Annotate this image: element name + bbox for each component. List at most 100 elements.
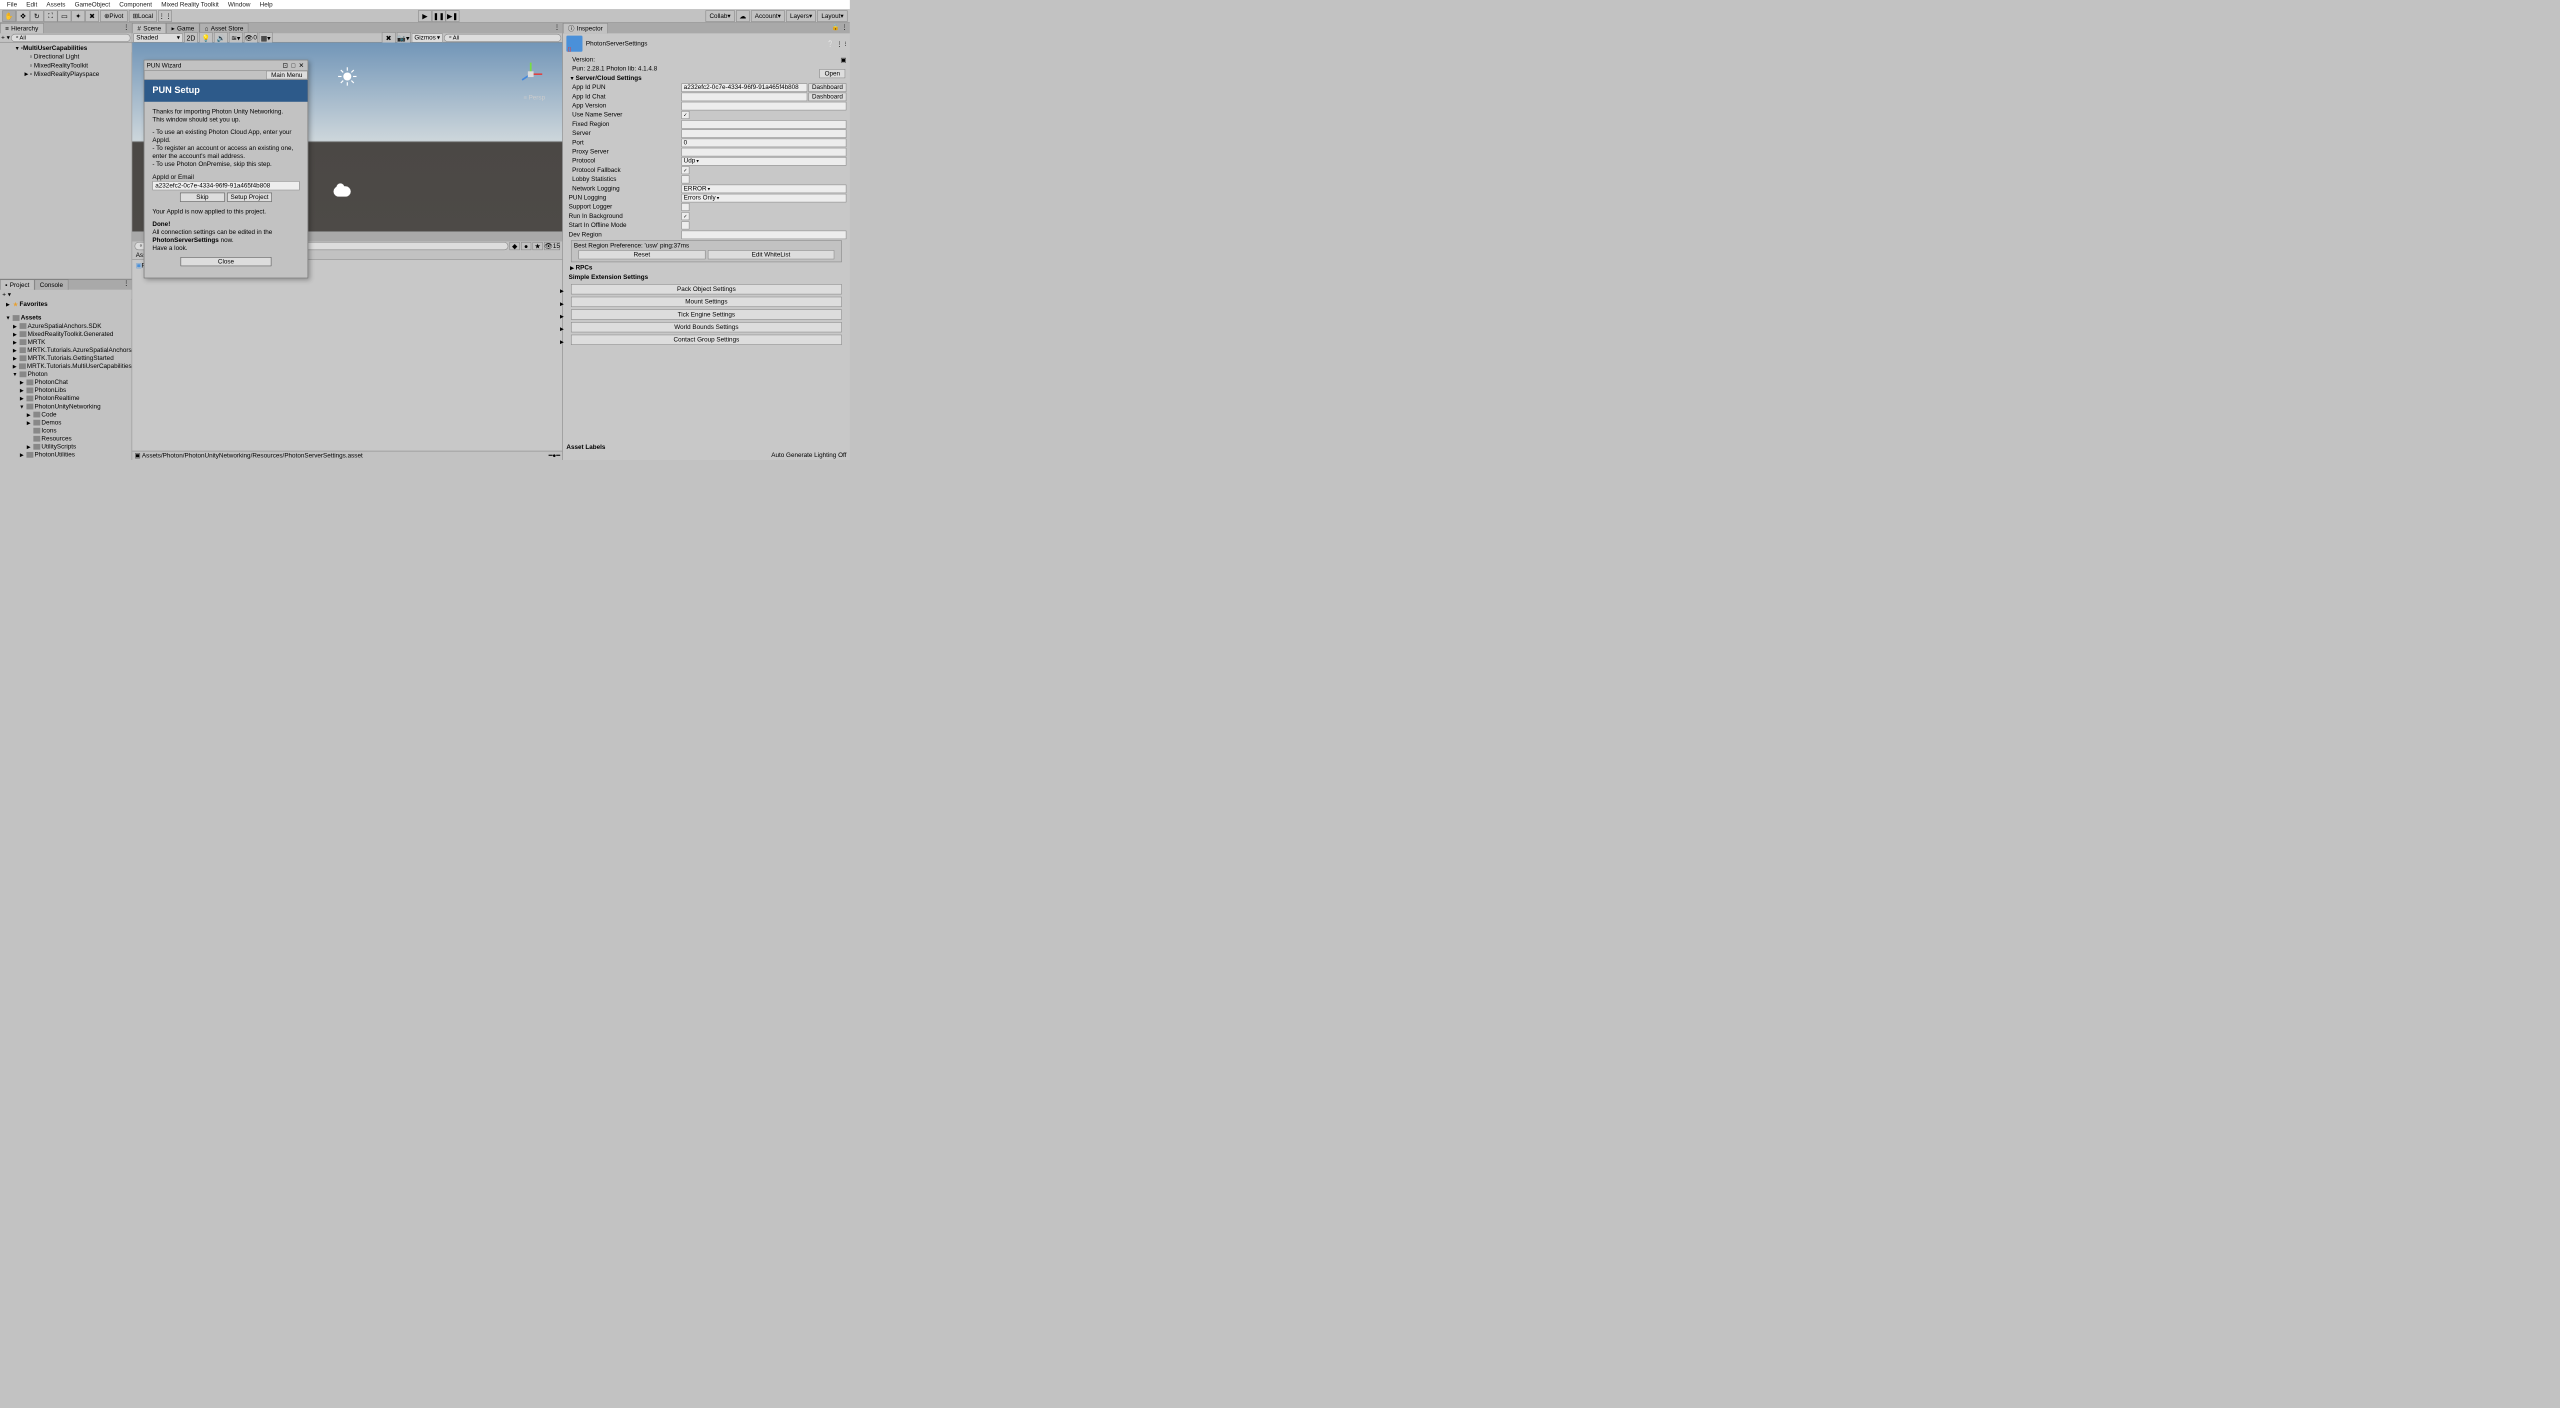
folder-item[interactable]: ▶ PhotonUtilities xyxy=(0,451,132,459)
field[interactable] xyxy=(681,230,846,239)
field[interactable]: 0 xyxy=(681,138,846,147)
pause-button[interactable]: ❚❚ xyxy=(432,10,446,22)
create-dropdown[interactable]: + ▾ xyxy=(1,34,10,41)
perspective-label[interactable]: ≡ Persp xyxy=(524,94,545,101)
pun-logging-dropdown[interactable]: Errors Only xyxy=(681,193,846,202)
menu-mrtk[interactable]: Mixed Reality Toolkit xyxy=(157,0,224,9)
folder-item[interactable]: Resources xyxy=(0,435,132,443)
hierarchy-item[interactable]: ▫ Directional Light xyxy=(0,52,132,61)
field[interactable] xyxy=(681,147,846,156)
field[interactable] xyxy=(681,129,846,138)
field[interactable] xyxy=(681,120,846,129)
skip-button[interactable]: Skip xyxy=(180,193,225,202)
field[interactable]: Udp xyxy=(681,157,846,166)
open-button[interactable]: Open xyxy=(819,69,845,78)
hierarchy-item[interactable]: ▼▫ MultiUserCapabilities xyxy=(0,44,132,53)
layers-dropdown[interactable]: Layers ▾ xyxy=(786,10,816,22)
hierarchy-search[interactable]: ᵒ All xyxy=(11,34,131,42)
console-tab[interactable]: Console xyxy=(35,279,69,289)
local-toggle[interactable]: ⊞Local xyxy=(129,10,157,22)
folder-item[interactable]: ▼ PhotonUnityNetworking xyxy=(0,403,132,411)
move-tool[interactable]: ✥ xyxy=(16,10,30,22)
inspector-tab[interactable]: ⓘ Inspector xyxy=(563,23,608,33)
create-dropdown[interactable]: + ▾ xyxy=(2,291,11,298)
scale-tool[interactable]: ⛶ xyxy=(44,10,58,22)
rpcs-header[interactable]: RPCs xyxy=(576,265,593,272)
hierarchy-item[interactable]: ▶▫ MixedRealityPlayspace xyxy=(0,70,132,79)
folder-item[interactable]: ▶ AzureSpatialAnchors.SDK xyxy=(0,322,132,330)
orientation-gizmo[interactable] xyxy=(516,60,545,90)
play-button[interactable]: ▶ xyxy=(418,10,432,22)
checkbox[interactable]: ✓ xyxy=(681,166,689,174)
folder-item[interactable]: ▶ PhotonLibs xyxy=(0,386,132,394)
checkbox[interactable] xyxy=(681,203,689,211)
slider-icon[interactable]: ━●━ xyxy=(549,451,560,460)
account-dropdown[interactable]: Account ▾ xyxy=(751,10,785,22)
field[interactable]: a232efc2-0c7e-4334-96f9-91a465f4b808 xyxy=(681,83,807,92)
favorite-icon[interactable]: ● xyxy=(521,242,531,250)
dock-icon[interactable]: ⊡ xyxy=(281,62,289,69)
server-settings-header[interactable]: Server/Cloud Settings xyxy=(576,75,642,82)
folder-item[interactable]: ▶ PhotonChat xyxy=(0,378,132,386)
menu-help[interactable]: Help xyxy=(255,0,277,9)
project-tab[interactable]: ▪ Project xyxy=(0,279,35,289)
appid-input[interactable] xyxy=(152,181,299,190)
menu-file[interactable]: File xyxy=(2,0,21,9)
menu-edit[interactable]: Edit xyxy=(22,0,42,9)
folder-item[interactable]: ▶ Demos xyxy=(0,419,132,427)
rect-tool[interactable]: ▭ xyxy=(58,10,72,22)
folder-item[interactable]: ▶ PhotonRealtime xyxy=(0,394,132,402)
cloud-button[interactable]: ☁ xyxy=(736,10,750,22)
checkbox[interactable] xyxy=(681,221,689,229)
folder-item[interactable]: ▶ MRTK.Tutorials.MultiUserCapabilities xyxy=(0,362,132,370)
setup-project-button[interactable]: Setup Project xyxy=(227,193,272,202)
ext-section-button[interactable]: ▶Pack Object Settings xyxy=(571,284,842,294)
layout-dropdown[interactable]: Layout ▾ xyxy=(817,10,847,22)
ext-section-button[interactable]: ▶Mount Settings xyxy=(571,297,842,307)
star-icon[interactable]: ★ xyxy=(532,242,542,250)
checkbox[interactable]: ✓ xyxy=(681,111,689,119)
hand-tool[interactable]: ✋ xyxy=(2,10,16,22)
custom-tool[interactable]: ✖ xyxy=(85,10,99,22)
close-button[interactable]: Close xyxy=(181,257,272,266)
pivot-toggle[interactable]: ⊕Pivot xyxy=(100,10,127,22)
shading-dropdown[interactable]: Shaded▾ xyxy=(133,33,182,42)
whitelist-button[interactable]: Edit WhiteList xyxy=(708,250,835,259)
reset-button[interactable]: Reset xyxy=(578,250,705,259)
maximize-icon[interactable]: □ xyxy=(289,62,297,69)
snap-tool[interactable]: ⋮⋮ xyxy=(158,10,172,22)
scene-view[interactable]: ≡ Persp PUN Wizard⊡□✕ Main Menu PUN Setu… xyxy=(132,43,562,232)
checkbox[interactable] xyxy=(681,175,689,183)
transform-tool[interactable]: ✦ xyxy=(71,10,85,22)
assets-folder[interactable]: ▼ Assets xyxy=(0,314,132,322)
folder-item[interactable]: ▶ UtilityScripts xyxy=(0,443,132,451)
folder-item[interactable]: ▶ MRTK.Tutorials.AzureSpatialAnchors xyxy=(0,346,132,354)
scene-tab[interactable]: # Scene xyxy=(132,23,166,33)
folder-item[interactable]: Icons xyxy=(0,427,132,435)
collab-dropdown[interactable]: Collab ▾ xyxy=(705,10,734,22)
scene-search[interactable]: ᵒ All xyxy=(444,34,561,42)
checkbox[interactable]: ✓ xyxy=(681,212,689,220)
field[interactable] xyxy=(681,92,807,101)
folder-item[interactable]: ▼ Photon xyxy=(0,370,132,378)
field[interactable]: ERROR xyxy=(681,184,846,193)
favorites-folder[interactable]: ▶★ Favorites xyxy=(0,300,132,308)
menu-assets[interactable]: Assets xyxy=(42,0,70,9)
hidden-icon[interactable]: 👁15 xyxy=(544,242,560,250)
menu-gameobject[interactable]: GameObject xyxy=(70,0,115,9)
main-menu-button[interactable]: Main Menu xyxy=(266,71,308,80)
step-button[interactable]: ▶❚ xyxy=(446,10,460,22)
menu-window[interactable]: Window xyxy=(223,0,255,9)
field[interactable] xyxy=(681,101,846,110)
rotate-tool[interactable]: ↻ xyxy=(30,10,44,22)
folder-item[interactable]: ▶ MixedRealityToolkit.Generated xyxy=(0,330,132,338)
ext-section-button[interactable]: ▶World Bounds Settings xyxy=(571,322,842,332)
hierarchy-item[interactable]: ▫ MixedRealityToolkit xyxy=(0,61,132,70)
ext-section-button[interactable]: ▶Contact Group Settings xyxy=(571,335,842,345)
help-icon[interactable]: ❔ ⋮ ⁝ xyxy=(827,40,847,47)
light-gizmo-icon[interactable] xyxy=(339,68,355,84)
playspace-gizmo-icon[interactable] xyxy=(334,186,351,196)
filter-icon[interactable]: ◆ xyxy=(509,242,519,250)
dashboard-button[interactable]: Dashboard xyxy=(808,83,846,92)
menu-component[interactable]: Component xyxy=(115,0,157,9)
